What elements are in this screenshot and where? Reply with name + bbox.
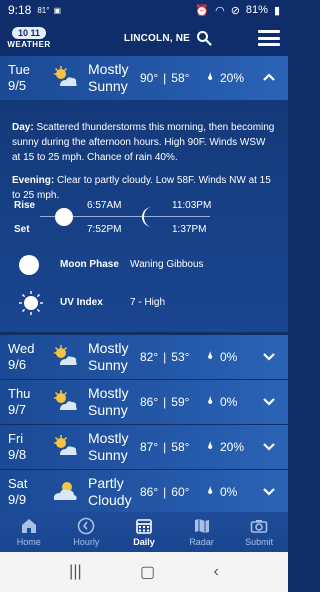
sunrise-time: 6:57AM xyxy=(87,200,122,211)
sun-icon xyxy=(55,208,73,226)
chevron-up-icon[interactable] xyxy=(262,72,276,82)
home-button-icon[interactable]: ▢ xyxy=(140,562,155,582)
crescent-moon-icon xyxy=(142,207,152,227)
partly-sunny-icon xyxy=(54,66,77,86)
moonrise-time: 11:03PM xyxy=(172,200,212,211)
partly-sunny-icon xyxy=(54,390,77,410)
day-name: Tue 9/5 xyxy=(8,62,30,93)
battery-level: 81% xyxy=(245,4,268,16)
raindrop-icon: 🌢 xyxy=(207,71,214,83)
uv-sun-icon xyxy=(19,291,43,315)
day-name: Sat 9/9 xyxy=(8,476,28,507)
logo-badge: 10 11 xyxy=(11,27,47,39)
bottom-nav: Home Hourly Daily Radar Submit xyxy=(0,512,288,552)
waning-gibbous-icon xyxy=(19,255,40,275)
precip-chance: 0% xyxy=(220,485,238,499)
uv-index-value: 7 - High xyxy=(130,297,166,308)
status-right: ⏰ ◠ ⊘ 81% ▮ xyxy=(195,4,280,17)
battery-icon: ▮ xyxy=(273,4,280,17)
recents-icon[interactable]: ||| xyxy=(69,563,81,581)
calendar-icon xyxy=(136,519,152,534)
notification-icon: ▣ xyxy=(53,5,62,15)
day-name: Wed 9/6 xyxy=(8,341,35,372)
day-name: Thu 9/7 xyxy=(8,386,31,417)
nav-hourly[interactable]: Hourly xyxy=(58,512,116,552)
day-row[interactable]: Wed 9/6 Mostly Sunny 82° | 53° 🌢 0% xyxy=(0,335,288,380)
sunset-time: 7:52PM xyxy=(87,224,122,235)
uv-index-row: UV Index 7 - High xyxy=(18,290,278,315)
chevron-down-icon[interactable] xyxy=(262,486,276,496)
temps: 82° | 53° xyxy=(140,350,190,364)
map-icon xyxy=(194,519,209,533)
partly-sunny-icon xyxy=(54,435,77,455)
dnd-icon: ⊘ xyxy=(230,4,240,17)
condition-text: Mostly Sunny xyxy=(88,61,129,94)
hamburger-menu-icon[interactable] xyxy=(258,30,280,46)
nav-home[interactable]: Home xyxy=(0,512,58,552)
day-forecast: Day: Scattered thunderstorms this mornin… xyxy=(12,122,275,163)
day-name: Fri 9/8 xyxy=(8,431,27,462)
partly-sunny-icon xyxy=(54,345,77,365)
moon-phase-row: Moon Phase Waning Gibbous xyxy=(18,254,278,278)
set-label: Set xyxy=(14,224,30,235)
camera-icon xyxy=(250,520,268,533)
station-logo[interactable]: 10 11 WEATHER xyxy=(7,24,51,52)
moon-phase-value: Waning Gibbous xyxy=(130,259,204,270)
sun-moon-times: Rise Set 6:57AM 7:52PM 11:03PM 1:37PM xyxy=(12,196,212,240)
nav-radar[interactable]: Radar xyxy=(173,512,231,552)
back-icon[interactable]: ‹ xyxy=(213,563,218,581)
precip-chance: 0% xyxy=(220,350,238,364)
status-time: 9:18 xyxy=(8,3,32,17)
home-icon xyxy=(21,519,36,533)
search-icon[interactable] xyxy=(196,30,212,46)
temps: 90° | 58° xyxy=(140,71,190,85)
nav-submit[interactable]: Submit xyxy=(230,512,288,552)
day-details: Day: Scattered thunderstorms this mornin… xyxy=(0,100,288,332)
uv-index-label: UV Index xyxy=(60,297,103,308)
day-row[interactable]: Thu 9/7 Mostly Sunny 86° | 59° 🌢 0% xyxy=(0,380,288,425)
nav-daily[interactable]: Daily xyxy=(115,512,173,552)
temps: 86° | 59° xyxy=(140,395,190,409)
day-row-expanded[interactable]: Tue 9/5 Mostly Sunny 90° | 58° 🌢 20% xyxy=(0,56,288,101)
precip-chance: 20% xyxy=(220,71,245,85)
condition-text: Mostly Sunny xyxy=(88,430,129,463)
chevron-down-icon[interactable] xyxy=(262,441,276,451)
condition-text: Mostly Sunny xyxy=(88,385,129,418)
precip-chance: 0% xyxy=(220,395,238,409)
condition-text: Partly Cloudy xyxy=(88,475,132,508)
status-bar: 9:18 81° ▣ ⏰ ◠ ⊘ 81% ▮ xyxy=(0,0,288,20)
system-nav-bar: ||| ▢ ‹ xyxy=(0,552,288,592)
precip-chance: 20% xyxy=(220,440,245,454)
location-label[interactable]: LINCOLN, NE xyxy=(124,33,190,44)
temps: 87° | 58° xyxy=(140,440,190,454)
day-row[interactable]: Fri 9/8 Mostly Sunny 87° | 58° 🌢 20% xyxy=(0,425,288,470)
moonset-time: 1:37PM xyxy=(172,224,207,235)
chevron-down-icon[interactable] xyxy=(262,351,276,361)
raindrop-icon: 🌢 xyxy=(207,485,214,497)
wifi-icon: ◠ xyxy=(215,4,225,17)
rise-label: Rise xyxy=(14,200,36,211)
raindrop-icon: 🌢 xyxy=(207,440,214,452)
temps: 86° | 60° xyxy=(140,485,190,499)
day-row[interactable]: Sat 9/9 Partly Cloudy 86° | 60° 🌢 0% xyxy=(0,470,288,515)
chevron-down-icon[interactable] xyxy=(262,396,276,406)
clock-icon xyxy=(78,517,95,535)
raindrop-icon: 🌢 xyxy=(207,395,214,407)
moon-phase-label: Moon Phase xyxy=(60,259,119,270)
alarm-icon: ⏰ xyxy=(195,4,210,17)
logo-word: WEATHER xyxy=(7,40,51,49)
raindrop-icon: 🌢 xyxy=(207,350,214,362)
app-header: 10 11 WEATHER LINCOLN, NE xyxy=(0,20,288,56)
status-temp: 81° xyxy=(37,5,50,15)
condition-text: Mostly Sunny xyxy=(88,340,129,373)
partly-cloudy-icon xyxy=(53,482,77,500)
